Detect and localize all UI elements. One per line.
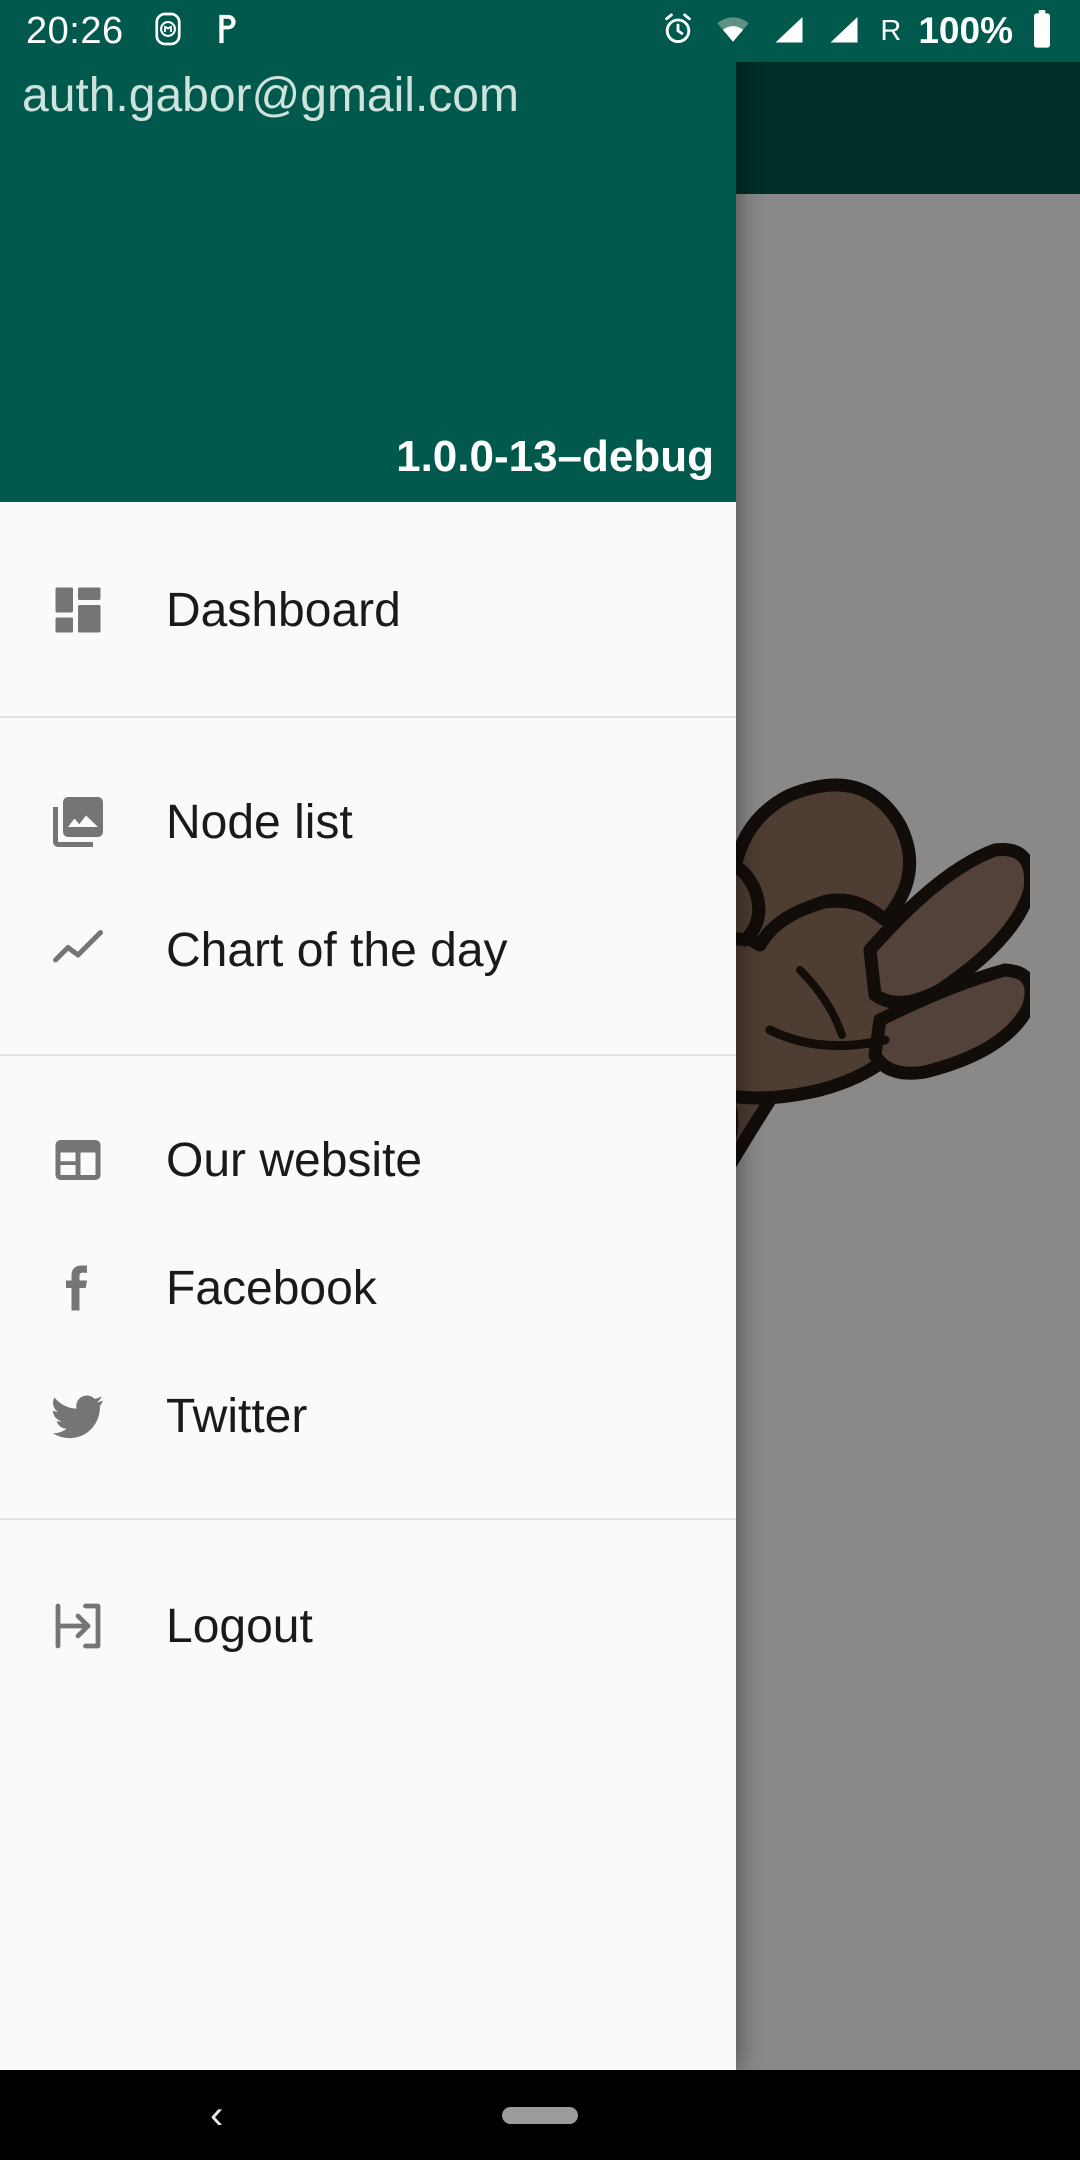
system-navigation-bar: ‹: [0, 2070, 1080, 2160]
drawer-group-links: Our website Facebook Twitter: [0, 1056, 736, 1518]
trending-chart-icon: [42, 914, 114, 986]
drawer-group-content: Node list Chart of the day: [0, 718, 736, 1054]
account-email: auth.gabor@gmail.com: [22, 69, 519, 122]
drawer-group-session: Logout: [0, 1520, 736, 1710]
mi-app-icon: [150, 11, 186, 52]
nav-back-button[interactable]: ‹: [210, 2095, 223, 2135]
drawer-group-primary: Dashboard: [0, 502, 736, 716]
sidebar-item-label: Node list: [166, 795, 353, 849]
roaming-indicator: R: [880, 14, 902, 47]
app-version-label: 1.0.0-13–debug: [396, 432, 714, 481]
sidebar-item-node-list[interactable]: Node list: [0, 758, 736, 886]
wifi-icon: [713, 11, 753, 52]
battery-icon: [1030, 9, 1054, 54]
photo-library-icon: [42, 786, 114, 858]
dashboard-icon: [42, 574, 114, 646]
nav-home-pill[interactable]: [502, 2106, 578, 2124]
logout-icon: [42, 1590, 114, 1662]
sidebar-item-label: Facebook: [166, 1261, 377, 1315]
sidebar-item-twitter[interactable]: Twitter: [0, 1352, 736, 1480]
pocket-casts-icon: [208, 10, 242, 53]
web-asset-icon: [42, 1124, 114, 1196]
sidebar-item-label: Dashboard: [166, 583, 401, 637]
status-system-icons: R 100%: [660, 9, 1054, 54]
sidebar-item-label: Chart of the day: [166, 923, 508, 977]
sidebar-item-label: Twitter: [166, 1389, 308, 1443]
sidebar-item-label: Logout: [166, 1599, 313, 1653]
sidebar-item-label: Our website: [166, 1133, 423, 1187]
twitter-icon: [42, 1380, 114, 1452]
status-clock: 20:26: [26, 9, 124, 52]
sidebar-item-logout[interactable]: Logout: [0, 1562, 736, 1690]
drawer-header: auth.gabor@gmail.com 1.0.0-13–debug: [0, 0, 736, 502]
sidebar-item-our-website[interactable]: Our website: [0, 1096, 736, 1224]
status-notification-icons: [150, 10, 242, 53]
navigation-drawer: auth.gabor@gmail.com 1.0.0-13–debug Dash…: [0, 0, 736, 2070]
status-bar: 20:26 R 100%: [0, 0, 1080, 62]
sidebar-item-dashboard[interactable]: Dashboard: [0, 546, 736, 674]
battery-percent-label: 100%: [918, 10, 1013, 51]
facebook-icon: [42, 1252, 114, 1324]
sidebar-item-facebook[interactable]: Facebook: [0, 1224, 736, 1352]
alarm-icon: [660, 11, 696, 52]
sidebar-item-chart-of-the-day[interactable]: Chart of the day: [0, 886, 736, 1014]
signal-sim2-icon: [825, 11, 863, 52]
signal-sim1-icon: [770, 11, 808, 52]
